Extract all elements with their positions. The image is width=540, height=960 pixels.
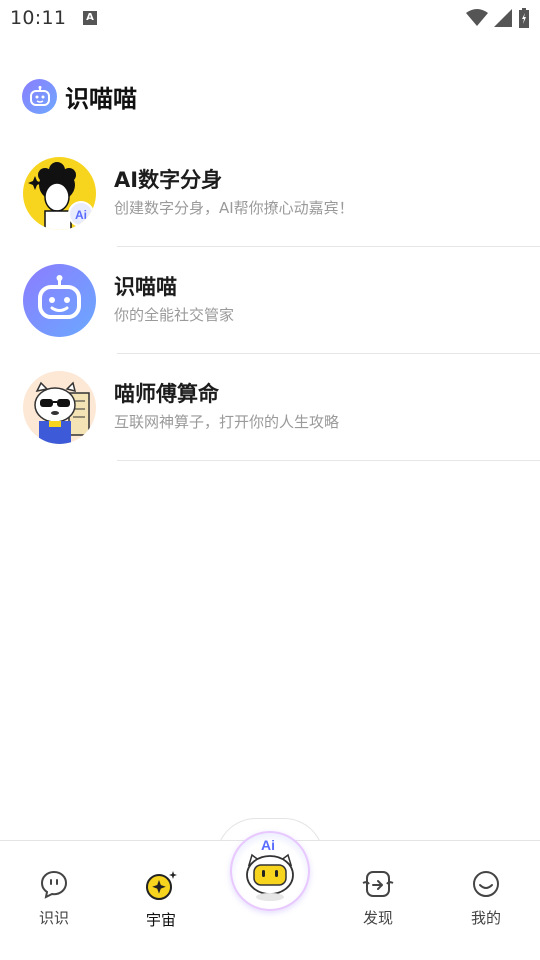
tab-label: 发现 <box>362 909 393 927</box>
tab-discover[interactable]: 发现 <box>338 869 418 928</box>
item-title: 喵师傅算命 <box>114 382 219 406</box>
signal-icon <box>494 9 512 27</box>
ai-center-button[interactable]: Ai <box>230 831 310 911</box>
ai-label: Ai <box>261 837 275 853</box>
ai-robot-cat-icon: Ai <box>246 837 294 901</box>
cat-fortune-avatar-icon <box>23 371 96 444</box>
robot-face-icon <box>22 78 57 114</box>
notification-a-icon: A <box>83 11 97 25</box>
status-icons <box>466 8 530 28</box>
tab-label: 宇宙 <box>145 911 176 929</box>
status-time: 10:11 <box>10 7 67 29</box>
item-description: 你的全能社交管家 <box>114 306 235 324</box>
feature-list: Ai AI数字分身 创建数字分身，AI帮你撩心动嘉宾！ 识喵喵 你的全能社交管家 <box>0 140 540 461</box>
chat-bubble-icon <box>40 870 68 899</box>
item-title: AI数字分身 <box>114 168 223 192</box>
wifi-icon <box>466 9 488 26</box>
list-item-fortune[interactable]: 喵师傅算命 互联网神算子，打开你的人生攻略 <box>0 354 540 461</box>
item-title: 识喵喵 <box>114 275 177 299</box>
page-header: 识喵喵 <box>22 78 137 114</box>
tab-shishi[interactable]: 识识 <box>14 869 94 928</box>
svg-text:Ai: Ai <box>75 208 87 222</box>
status-bar: 10:11 A <box>0 0 540 36</box>
tab-label: 我的 <box>470 909 501 927</box>
battery-icon <box>519 8 529 28</box>
share-box-icon <box>362 871 394 897</box>
list-item-ai-avatar[interactable]: Ai AI数字分身 创建数字分身，AI帮你撩心动嘉宾！ <box>0 140 540 247</box>
item-description: 创建数字分身，AI帮你撩心动嘉宾！ <box>114 199 354 217</box>
page-title: 识喵喵 <box>65 84 137 113</box>
divider <box>117 460 540 461</box>
robot-avatar-icon <box>23 264 96 337</box>
planet-sparkle-icon <box>146 871 177 900</box>
ai-digital-avatar-icon: Ai <box>23 157 96 230</box>
tab-universe[interactable]: 宇宙 <box>121 869 201 930</box>
item-description: 互联网神算子，打开你的人生攻略 <box>114 413 340 431</box>
tab-label: 识识 <box>38 909 69 927</box>
list-item-robot[interactable]: 识喵喵 你的全能社交管家 <box>0 247 540 354</box>
tab-mine[interactable]: 我的 <box>446 869 526 928</box>
smile-face-icon <box>473 871 499 897</box>
